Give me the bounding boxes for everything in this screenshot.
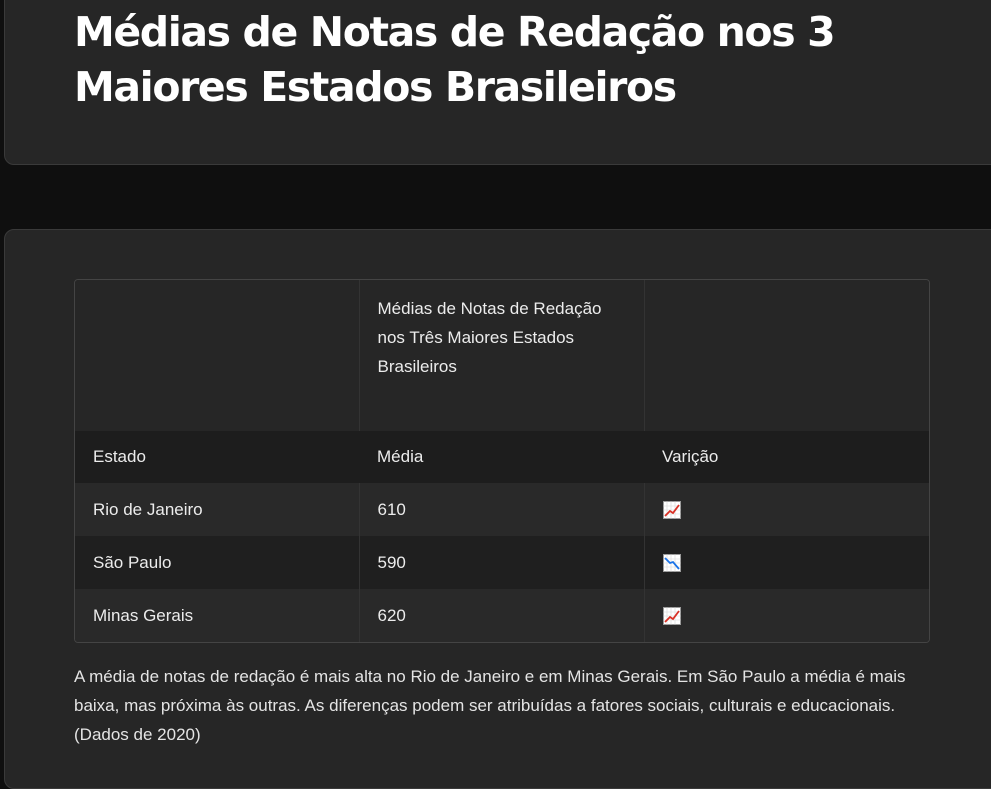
cell-media: 610 [358,483,644,536]
cell-media: 620 [358,589,644,642]
table-row: São Paulo 590 [75,536,929,589]
column-header-variacao: Varição [644,431,929,483]
cell-variacao [643,483,929,536]
summary-paragraph: A média de notas de redação é mais alta … [74,667,906,744]
data-table: Médias de Notas de Redação nos Três Maio… [74,279,930,643]
cell-estado: Rio de Janeiro [75,483,359,536]
cell-estado: São Paulo [75,536,359,589]
table-caption-row: Médias de Notas de Redação nos Três Maio… [75,280,929,431]
table-header-row: Estado Média Varição [75,431,929,483]
column-header-estado: Estado [75,431,359,483]
table-row: Rio de Janeiro 610 [75,483,929,536]
table-row: Minas Gerais 620 [75,589,929,642]
cell-media: 590 [358,536,644,589]
cell-variacao [643,589,929,642]
chart-increasing-icon [662,501,681,520]
header-card: Médias de Notas de Redação nos 3 Maiores… [4,0,991,165]
table-caption: Médias de Notas de Redação nos Três Maio… [358,280,644,431]
content-card: Médias de Notas de Redação nos Três Maio… [4,229,991,789]
chart-increasing-icon [662,607,681,626]
empty-cell [75,280,359,431]
chart-decreasing-icon [662,554,681,573]
empty-cell [643,280,929,431]
column-header-media: Média [359,431,644,483]
cell-estado: Minas Gerais [75,589,359,642]
cell-variacao [643,536,929,589]
page-title: Médias de Notas de Redação nos 3 Maiores… [74,8,836,111]
